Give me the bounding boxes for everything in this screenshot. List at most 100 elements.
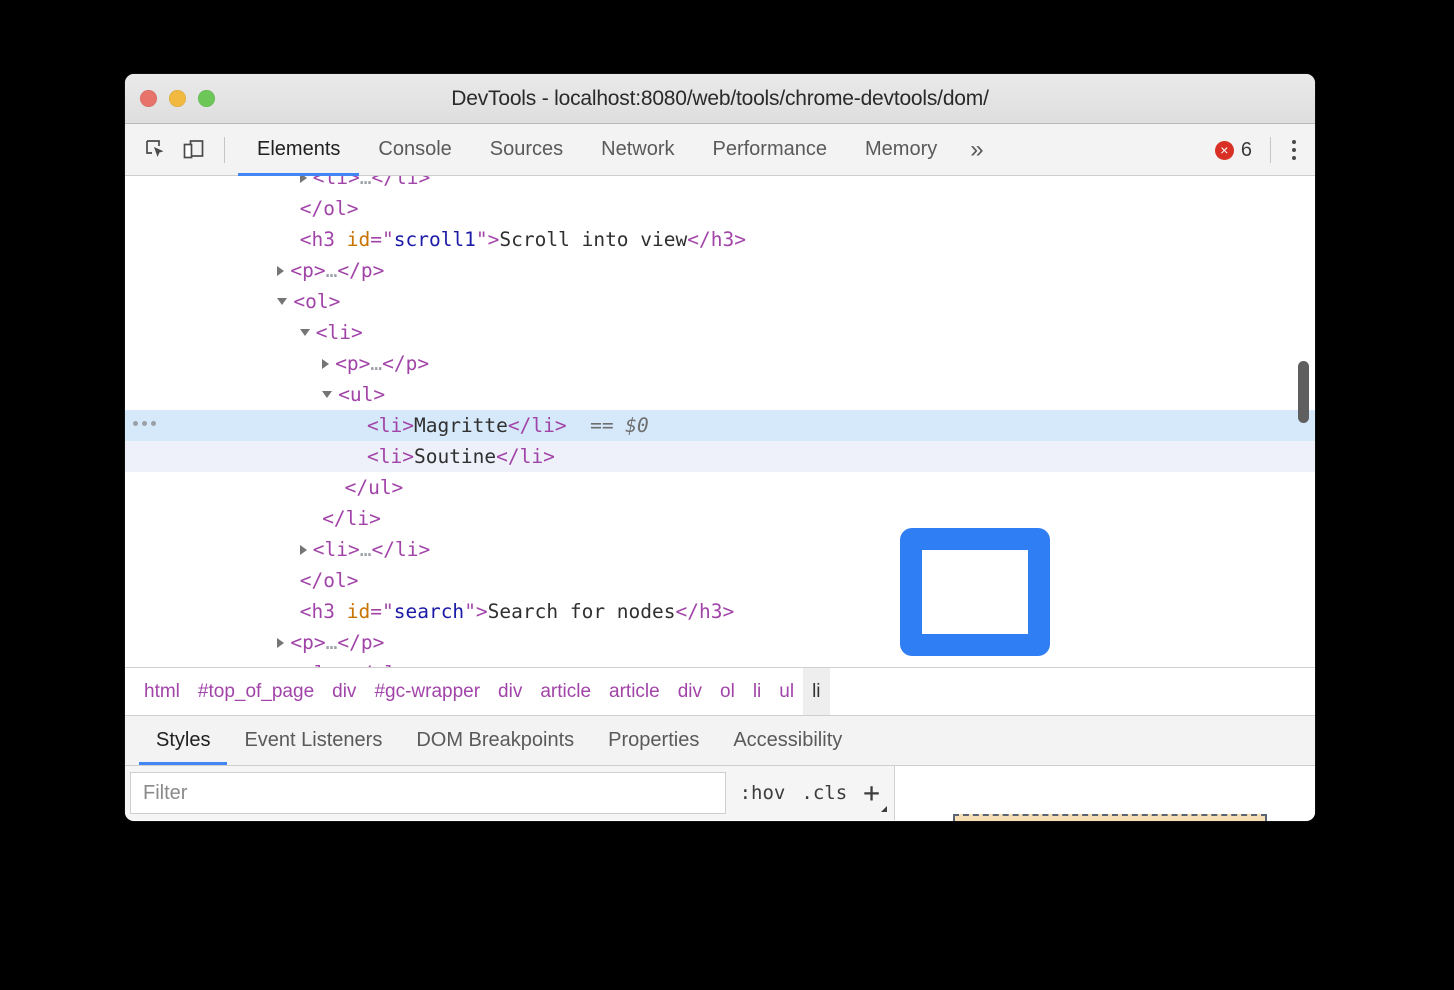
- chevron-right-icon[interactable]: [277, 266, 284, 276]
- tab-network[interactable]: Network: [582, 124, 693, 176]
- tab-memory[interactable]: Memory: [846, 124, 956, 176]
- breadcrumb-item-li[interactable]: li: [744, 668, 770, 715]
- dom-tree-row[interactable]: </ol>: [125, 193, 1315, 224]
- dom-tree-row[interactable]: </ol>: [125, 565, 1315, 596]
- chevron-right-icon[interactable]: [300, 545, 307, 555]
- filter-input[interactable]: Filter: [130, 772, 726, 814]
- hov-toggle-button[interactable]: :hov: [740, 782, 786, 804]
- dom-tree-row[interactable]: <ol>: [125, 286, 1315, 317]
- dom-token: </p>: [382, 352, 429, 375]
- dom-token: =": [370, 600, 393, 623]
- tab-performance[interactable]: Performance: [694, 124, 847, 176]
- chevron-right-icon[interactable]: [277, 638, 284, 648]
- dom-tree-panel[interactable]: <li>…</li></ol><h3 id="scroll1">Scroll i…: [125, 176, 1315, 668]
- dom-token: <h3: [300, 228, 347, 251]
- dom-tree-row[interactable]: <li>Magritte</li> == $0: [125, 410, 1315, 441]
- sidebar-tab-properties[interactable]: Properties: [591, 716, 716, 765]
- breadcrumb: html #top_of_page div #gc-wrapper div article…: [125, 668, 1315, 716]
- dom-tree-row[interactable]: <h3 id="scroll1">Scroll into view</h3>: [125, 224, 1315, 255]
- error-circle-icon: ×: [1215, 141, 1234, 160]
- chevron-right-icon[interactable]: [322, 359, 329, 369]
- toolbar-right-group: × 6: [1207, 124, 1307, 176]
- dom-token: </h3>: [687, 228, 746, 251]
- device-toolbar-icon[interactable]: [177, 133, 211, 167]
- breadcrumb-label: div: [332, 681, 356, 703]
- tab-elements[interactable]: Elements: [238, 124, 359, 176]
- inspect-element-icon[interactable]: [139, 133, 173, 167]
- dom-token: ">: [464, 600, 487, 623]
- breadcrumb-label: li: [812, 681, 820, 703]
- sidebar-tab-dom-breakpoints[interactable]: DOM Breakpoints: [399, 716, 591, 765]
- dom-tree-row[interactable]: </ul>: [125, 472, 1315, 503]
- cls-toggle-button[interactable]: .cls: [801, 782, 847, 804]
- dom-tree-row[interactable]: <li>Soutine</li>: [125, 441, 1315, 472]
- breadcrumb-item-ul[interactable]: ul: [770, 668, 803, 715]
- dom-token: </li>: [322, 507, 381, 530]
- breadcrumb-label: html: [144, 681, 180, 703]
- dom-token: </ol>: [349, 662, 408, 668]
- new-style-rule-button[interactable]: +: [863, 779, 880, 807]
- dom-tree-row[interactable]: <p>…</p>: [125, 348, 1315, 379]
- dom-token: <li>: [367, 445, 414, 468]
- breadcrumb-item-div[interactable]: div: [489, 668, 531, 715]
- dom-tree-row[interactable]: <ol>…</ol>: [125, 658, 1315, 668]
- dom-token: …: [360, 176, 372, 189]
- breadcrumb-label: article: [540, 681, 591, 703]
- breadcrumb-item-article[interactable]: article: [531, 668, 600, 715]
- tab-label: Sources: [490, 138, 563, 161]
- sidebar-tab-event-listeners[interactable]: Event Listeners: [227, 716, 399, 765]
- vertical-scrollbar-thumb[interactable]: [1298, 361, 1309, 423]
- dom-tree-row[interactable]: <li>…</li>: [125, 176, 1315, 193]
- minimize-window-button[interactable]: [169, 90, 186, 107]
- tab-console[interactable]: Console: [359, 124, 470, 176]
- kebab-menu-icon[interactable]: [1281, 135, 1307, 165]
- dom-tree-row[interactable]: </li>: [125, 503, 1315, 534]
- devtools-toolbar: Elements Console Sources Network Perform…: [125, 124, 1315, 176]
- dom-token: search: [394, 600, 464, 623]
- breadcrumb-label: #gc-wrapper: [374, 681, 480, 703]
- close-window-button[interactable]: [140, 90, 157, 107]
- chevron-down-icon[interactable]: [300, 329, 310, 336]
- dom-token: id: [347, 600, 370, 623]
- dom-token: </h3>: [676, 600, 735, 623]
- dom-tree-row[interactable]: <ul>: [125, 379, 1315, 410]
- sidebar-tab-accessibility[interactable]: Accessibility: [716, 716, 859, 765]
- dom-token: …: [370, 352, 382, 375]
- dom-tree-row[interactable]: <li>: [125, 317, 1315, 348]
- breadcrumb-item-gcwrapper[interactable]: #gc-wrapper: [365, 668, 489, 715]
- breadcrumb-item-li[interactable]: li: [803, 668, 829, 715]
- breadcrumb-item-div[interactable]: div: [669, 668, 711, 715]
- breadcrumb-item-html[interactable]: html: [135, 668, 189, 715]
- breadcrumb-label: li: [753, 681, 761, 703]
- more-tabs-chevron-icon[interactable]: »: [956, 124, 997, 176]
- breadcrumb-label: div: [498, 681, 522, 703]
- chevron-down-icon[interactable]: [277, 298, 287, 305]
- dom-token: Search for nodes: [488, 600, 676, 623]
- breadcrumb-item-article[interactable]: article: [600, 668, 669, 715]
- filter-toolbar: Filter :hov .cls +: [125, 766, 895, 820]
- zoom-window-button[interactable]: [198, 90, 215, 107]
- sidebar-tab-label: Accessibility: [733, 729, 842, 752]
- breadcrumb-label: ol: [720, 681, 735, 703]
- dom-tree-row[interactable]: <li>…</li>: [125, 534, 1315, 565]
- chevron-down-icon[interactable]: [322, 391, 332, 398]
- dom-token: <li>: [313, 538, 360, 561]
- breadcrumb-label: div: [678, 681, 702, 703]
- row-overflow-menu-icon[interactable]: [133, 421, 156, 426]
- tab-sources[interactable]: Sources: [471, 124, 582, 176]
- breadcrumb-item-topofpage[interactable]: #top_of_page: [189, 668, 323, 715]
- dom-tree-row[interactable]: <p>…</p>: [125, 627, 1315, 658]
- dom-tree-row[interactable]: <h3 id="search">Search for nodes</h3>: [125, 596, 1315, 627]
- error-count-badge[interactable]: × 6: [1207, 139, 1260, 162]
- breadcrumb-item-div[interactable]: div: [323, 668, 365, 715]
- breadcrumb-label: ul: [779, 681, 794, 703]
- dom-token: <p>: [290, 259, 325, 282]
- error-count-label: 6: [1241, 139, 1252, 162]
- dom-token: =": [370, 228, 393, 251]
- dom-token: <ol>: [290, 662, 337, 668]
- chevron-right-icon[interactable]: [300, 176, 307, 183]
- breadcrumb-item-ol[interactable]: ol: [711, 668, 744, 715]
- dom-tree-row[interactable]: <p>…</p>: [125, 255, 1315, 286]
- sidebar-tab-styles[interactable]: Styles: [139, 716, 227, 765]
- dom-token: </li>: [496, 445, 555, 468]
